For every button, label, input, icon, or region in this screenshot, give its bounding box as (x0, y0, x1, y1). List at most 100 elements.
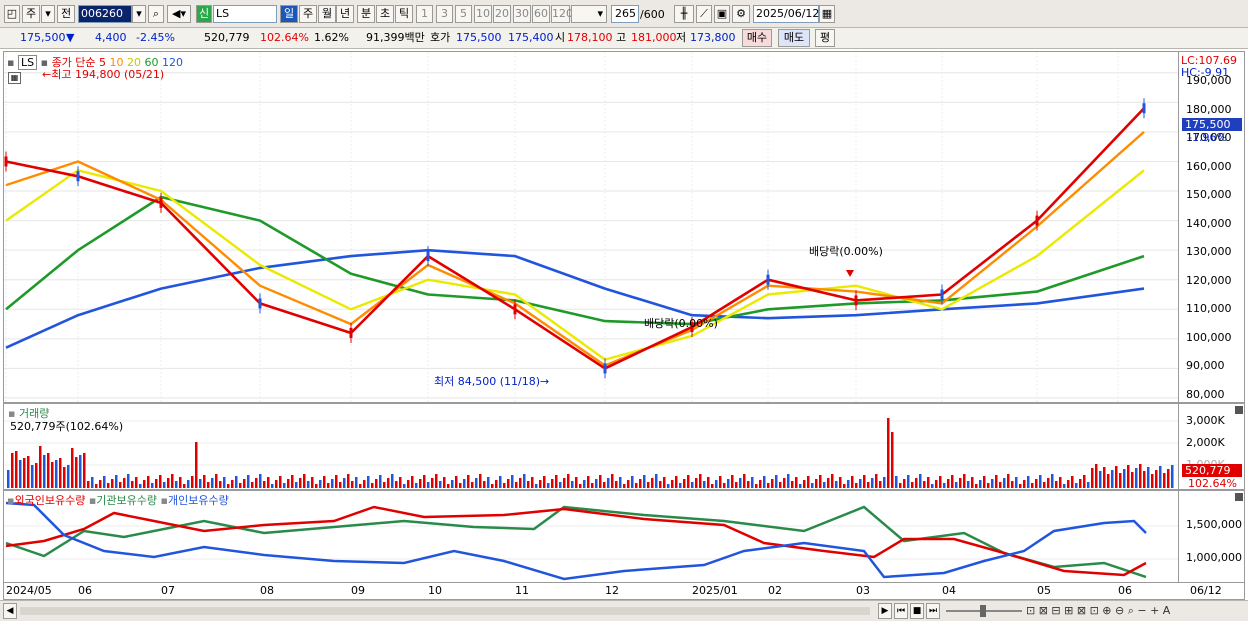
speaker-icon[interactable]: ◀▾ (167, 5, 191, 23)
volume-bar (627, 480, 630, 488)
volume-bar (1115, 466, 1118, 488)
period-select[interactable]: ▾ (571, 5, 607, 23)
volume-bar (1095, 464, 1098, 488)
volume-bar (243, 479, 246, 488)
interval-2[interactable]: 5 (455, 5, 472, 23)
volume-bar (719, 476, 722, 488)
volume-bar (867, 482, 870, 488)
rewind-icon[interactable]: ⏮ (894, 603, 908, 619)
sin-badge[interactable]: 신 (196, 5, 212, 23)
interval-0[interactable]: 1 (416, 5, 433, 23)
volume-bar (995, 475, 998, 488)
turnover-percent: 1.62% (314, 31, 349, 44)
code-dropdown-icon[interactable]: ▾ (132, 5, 146, 23)
ask-price: 175,500 (456, 31, 502, 44)
count-input[interactable]: 265 (611, 5, 639, 23)
holding-close-icon[interactable] (1235, 493, 1243, 501)
candle-body (513, 304, 517, 315)
high-price: 181,000 (631, 31, 677, 44)
volume-bar (115, 475, 118, 488)
chart-menu-icon[interactable]: ◰ (4, 5, 20, 23)
current-price-tag: 175,500 (1182, 118, 1242, 131)
holding-legend: ▪외국인보유수량 ▪기관보유수량 ▪개인보유수량 (7, 494, 229, 507)
volume-bar (15, 451, 18, 488)
interval-3[interactable]: 10 (474, 5, 492, 23)
volume-bar (623, 484, 626, 488)
interval-1[interactable]: 3 (436, 5, 453, 23)
period-4[interactable]: 분 (357, 5, 375, 23)
play-icon[interactable]: ▶ (878, 603, 892, 619)
volume-bar (563, 478, 566, 488)
volume-bar (743, 474, 746, 488)
volume-bar (447, 484, 450, 488)
price-chart-panel[interactable]: ▪ LS ▪ 종가 단순 5 10 20 60 120 ▦ ←최고 194,80… (3, 51, 1179, 403)
interval-4[interactable]: 20 (493, 5, 511, 23)
jeon-button[interactable]: 전 (57, 5, 75, 23)
volume-bar (463, 479, 466, 488)
stop-icon[interactable]: ■ (910, 603, 924, 619)
volume-bar (59, 458, 62, 488)
volume-bar (279, 476, 282, 488)
gear-icon[interactable]: ⚙ (732, 5, 750, 23)
forward-icon[interactable]: ⏭ (926, 603, 940, 619)
volume-bar (607, 478, 610, 488)
scroll-left-icon[interactable]: ◀ (3, 603, 17, 619)
period-5[interactable]: 초 (376, 5, 394, 23)
bottom-tool-icons[interactable]: ⊡ ⊠ ⊟ ⊞ ⊠ ⊡ ⊕ ⊖ ⌕ − + A (1026, 604, 1170, 618)
interval-5[interactable]: 30 (513, 5, 531, 23)
volume-panel[interactable]: ▪ 거래량 520,779주(102.64%) (3, 403, 1179, 490)
volume-bar (79, 455, 82, 488)
ju-button[interactable]: 주 (22, 5, 40, 23)
price-tick-8: 110,000 (1186, 302, 1232, 315)
stock-name-field[interactable]: LS (213, 5, 277, 23)
grid-icon[interactable]: ▦ (8, 72, 21, 84)
volume-bar (1023, 480, 1026, 488)
volume-bar (479, 474, 482, 488)
volume-bar (423, 475, 426, 488)
volume-bar (963, 474, 966, 488)
volume-bar (1039, 475, 1042, 488)
calendar-icon[interactable]: ▦ (819, 5, 835, 23)
volume-bar (931, 484, 934, 488)
volume-bar (291, 475, 294, 488)
interval-6[interactable]: 60 (532, 5, 550, 23)
period-0[interactable]: 일 (280, 5, 298, 23)
candle-body (349, 327, 353, 338)
dividend-marker (846, 270, 854, 277)
volume-bar (739, 478, 742, 488)
count-total: /600 (640, 8, 665, 21)
volume-bar (883, 477, 886, 488)
period-2[interactable]: 월 (318, 5, 336, 23)
date-input[interactable]: 2025/06/12 (753, 5, 819, 23)
volume-bar (131, 481, 134, 488)
panel-close-icon[interactable] (1235, 406, 1243, 414)
buy-button[interactable]: 매수 (742, 29, 772, 47)
avg-button[interactable]: 평 (815, 29, 835, 47)
percent-tag: -1.96% (1188, 131, 1227, 144)
save-icon[interactable]: ▣ (714, 5, 730, 23)
volume-bar (219, 481, 222, 488)
dropdown-icon[interactable]: ▾ (41, 5, 55, 23)
volume-bar (803, 480, 806, 488)
trade-amount: 91,399백만 (366, 31, 425, 44)
zoom-slider-handle[interactable] (980, 605, 986, 617)
holding-panel[interactable]: ▪외국인보유수량 ▪기관보유수량 ▪개인보유수량 (3, 490, 1179, 583)
period-3[interactable]: 년 (336, 5, 354, 23)
volume-bar (927, 477, 930, 488)
stock-code-input[interactable]: 006260 (78, 5, 132, 23)
volume-bar (1015, 477, 1018, 488)
interval-7[interactable]: 120 (551, 5, 573, 23)
period-1[interactable]: 주 (299, 5, 317, 23)
volume-bar (859, 479, 862, 488)
scroll-track[interactable] (20, 607, 870, 615)
price-tick-1: 180,000 (1186, 102, 1232, 116)
vol-tick-2: 2,000K (1186, 436, 1225, 449)
trendline-icon[interactable]: ⟋ (696, 5, 712, 23)
volume-bar (639, 479, 642, 488)
candle-type-icon[interactable]: ╫ (674, 5, 694, 23)
search-icon[interactable]: ⌕ (148, 5, 164, 23)
x-tick-10: 03 (856, 584, 870, 597)
volume-bar (27, 456, 30, 488)
period-6[interactable]: 틱 (395, 5, 413, 23)
sell-button[interactable]: 매도 (778, 29, 810, 47)
